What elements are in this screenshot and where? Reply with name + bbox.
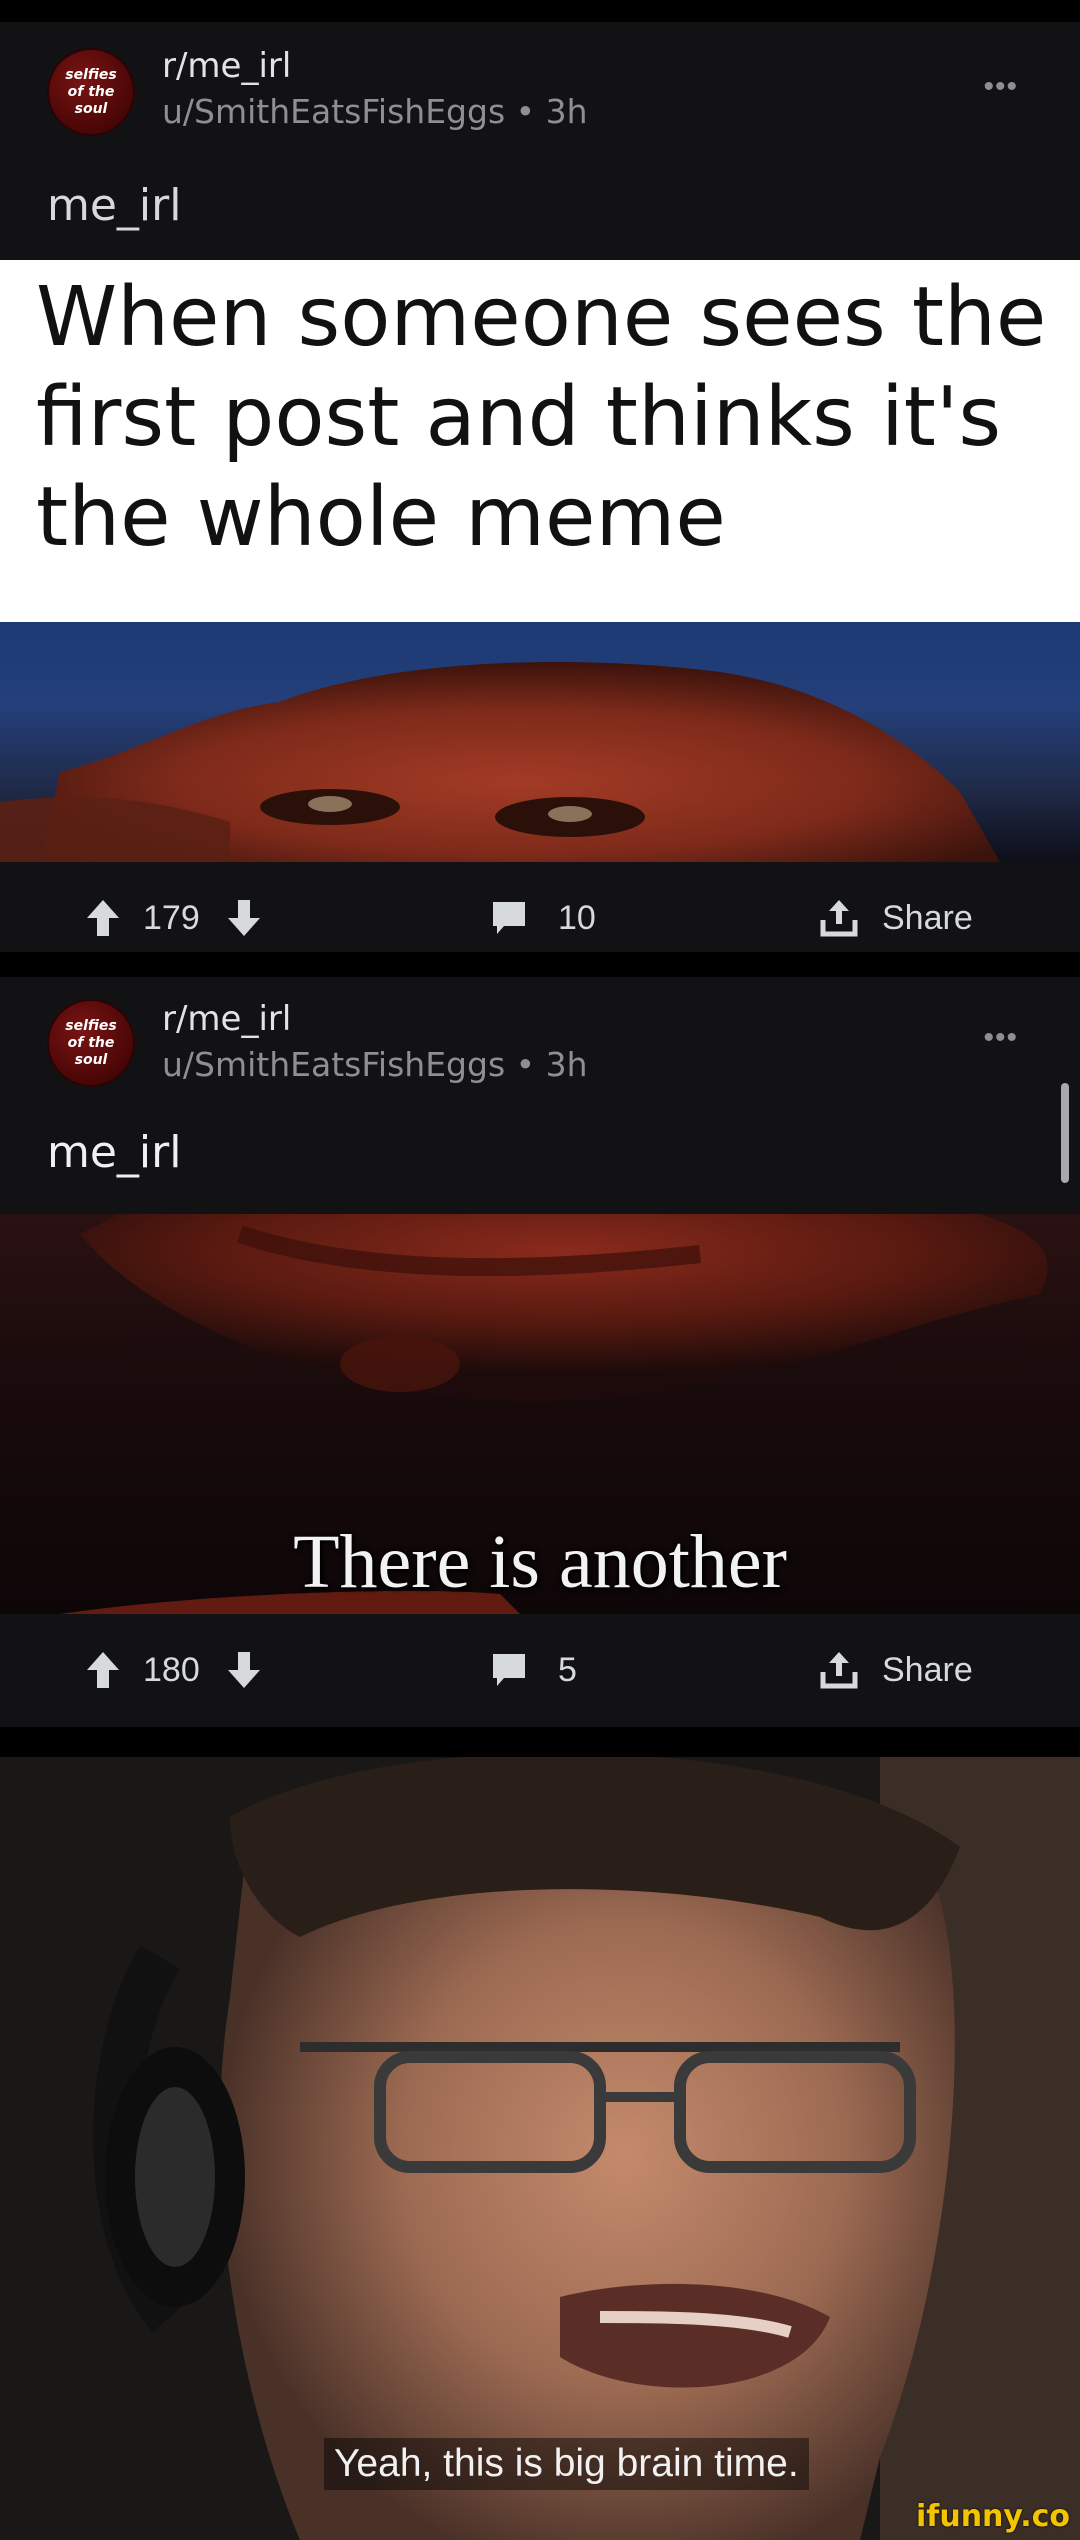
meme-subtitle-caption: Yeah, this is big brain time. <box>324 2438 809 2490</box>
comment-bubble-icon <box>493 902 525 934</box>
post-action-bar: 179 10 Share <box>0 862 1080 974</box>
downvote-arrow-icon[interactable] <box>226 898 262 938</box>
upvote-count: 179 <box>143 898 200 937</box>
upvote-arrow-icon[interactable] <box>85 1650 121 1690</box>
avatar-text-line2: of the <box>67 83 115 100</box>
share-button[interactable]: Share <box>820 862 973 974</box>
post-image[interactable]: There is another <box>0 1214 1080 1614</box>
avatar-text-line2: of the <box>67 1034 115 1051</box>
subreddit-name[interactable]: r/me_irl <box>162 999 291 1039</box>
comments-button[interactable]: 10 <box>490 862 596 974</box>
man-with-headphones-image <box>0 1757 1080 2540</box>
scrollbar-thumb[interactable] <box>1061 1083 1069 1183</box>
overflow-dots-icon[interactable]: ••• <box>983 1021 1018 1055</box>
share-upload-icon <box>820 1652 858 1689</box>
post-title[interactable]: me_irl <box>47 180 181 231</box>
post-image-caption: When someone sees the first post and thi… <box>0 260 1080 622</box>
comment-count: 10 <box>558 898 596 937</box>
comment-bubble-icon <box>493 1654 525 1686</box>
overflow-dots-icon[interactable]: ••• <box>983 70 1018 104</box>
meme-caption-text: When someone sees the first post and thi… <box>36 270 1047 565</box>
post-byline[interactable]: u/SmithEatsFishEggs • 3h <box>162 1045 588 1084</box>
share-button[interactable]: Share <box>820 1614 973 1726</box>
big-brain-meme-image <box>0 1757 1080 2540</box>
yoda-eyes-image <box>0 662 1000 862</box>
post-image[interactable] <box>0 622 1080 862</box>
meme-overlay-text: There is another <box>293 1520 787 1604</box>
avatar-text-line1: selfies <box>65 66 117 83</box>
post-action-bar: 180 5 Share <box>0 1614 1080 1726</box>
share-upload-icon <box>820 900 858 937</box>
share-label: Share <box>882 1650 973 1689</box>
vote-controls: 179 <box>85 862 262 974</box>
downvote-arrow-icon[interactable] <box>226 1650 262 1690</box>
comments-button[interactable]: 5 <box>490 1614 577 1726</box>
upvote-arrow-icon[interactable] <box>85 898 121 938</box>
post-byline[interactable]: u/SmithEatsFishEggs • 3h <box>162 92 588 131</box>
vote-controls: 180 <box>85 1614 262 1726</box>
avatar-text-line3: soul <box>74 1051 108 1068</box>
upvote-count: 180 <box>143 1650 200 1689</box>
subreddit-name[interactable]: r/me_irl <box>162 46 291 86</box>
share-label: Share <box>882 898 973 937</box>
subreddit-avatar[interactable]: selfies of the soul <box>47 999 135 1087</box>
post-header: selfies of the soul r/me_irl u/SmithEats… <box>0 977 1080 1207</box>
avatar-text-line1: selfies <box>65 1017 117 1034</box>
post-card-1: selfies of the soul r/me_irl u/SmithEats… <box>0 22 1080 952</box>
comment-count: 5 <box>558 1650 577 1689</box>
post-title[interactable]: me_irl <box>47 1127 181 1178</box>
subreddit-avatar[interactable]: selfies of the soul <box>47 48 135 136</box>
post-card-2: selfies of the soul r/me_irl u/SmithEats… <box>0 977 1080 1727</box>
post-header: selfies of the soul r/me_irl u/SmithEats… <box>0 22 1080 252</box>
ifunny-watermark[interactable]: ifunny.co <box>916 2499 1070 2534</box>
avatar-text-line3: soul <box>74 100 108 117</box>
